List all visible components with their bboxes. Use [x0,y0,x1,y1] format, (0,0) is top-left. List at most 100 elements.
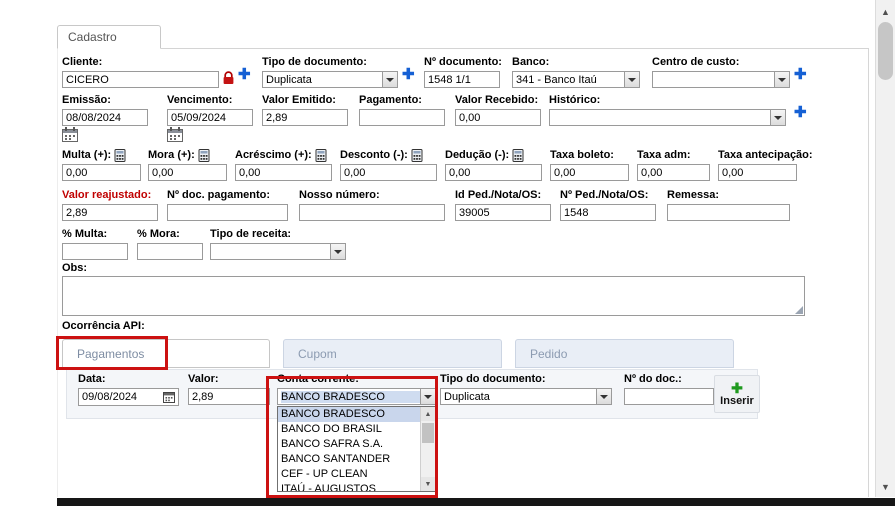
pay-data-input[interactable]: 09/08/2024 [78,388,179,406]
n-doc-pagamento-input[interactable] [167,204,288,221]
pagamento-input[interactable] [359,109,445,126]
taxa-antecipacao-label: Taxa antecipação: [718,149,813,161]
chevron-down-icon [596,389,611,404]
centro-custo-select[interactable] [652,71,790,88]
inserir-button[interactable]: ✚ Inserir [714,375,760,413]
pct-multa-label: % Multa: [62,228,108,240]
pay-tipo-documento-select[interactable]: Duplicata [440,388,612,405]
field-valor-reajustado: Valor reajustado: [62,189,158,221]
id-ped-input[interactable] [455,204,551,221]
dropdown-option[interactable]: CEF - UP CLEAN [278,467,420,482]
valor-recebido-input[interactable] [455,109,541,126]
pay-n-doc-label: Nº do doc.: [624,373,682,385]
field-mora: Mora (+): [148,149,227,181]
pay-data-value: 09/08/2024 [82,391,138,403]
tipo-receita-select[interactable] [210,243,346,260]
multa-input[interactable] [62,164,141,181]
taxa-boleto-input[interactable] [550,164,629,181]
calculator-icon[interactable] [315,149,327,162]
emissao-input[interactable] [62,109,148,126]
remessa-input[interactable] [667,204,790,221]
scrollbar-thumb[interactable] [422,423,434,443]
id-ped-label: Id Ped./Nota/OS: [455,189,542,201]
acrescimo-input[interactable] [235,164,332,181]
tipo-documento-value: Duplicata [266,73,312,86]
field-taxa-boleto: Taxa boleto: [550,149,629,181]
calculator-icon[interactable] [512,149,524,162]
chevron-down-icon [420,389,435,404]
pct-multa-input[interactable] [62,243,128,260]
field-deducao: Dedução (-): [445,149,542,181]
field-banco: Banco: 341 - Banco Itaú [512,56,640,88]
scroll-up-icon[interactable]: ▲ [421,407,435,421]
calculator-icon[interactable] [411,149,423,162]
add-icon[interactable]: ✚ [238,67,251,83]
field-obs: Obs: [62,262,87,277]
field-valor-emitido: Valor Emitido: [262,94,348,126]
field-cliente: Cliente: [62,56,219,88]
tab-pagamentos[interactable]: Pagamentos [62,339,270,368]
n-ped-input[interactable] [560,204,656,221]
calculator-icon[interactable] [114,149,126,162]
field-pct-mora: % Mora: [137,228,203,260]
dropdown-option[interactable]: BANCO SAFRA S.A. [278,437,420,452]
conta-corrente-select[interactable]: BANCO BRADESCO [277,388,436,405]
valor-reajustado-input[interactable] [62,204,158,221]
obs-textarea[interactable] [62,276,805,316]
vencimento-input[interactable] [167,109,253,126]
calendar-icon[interactable] [163,391,175,403]
remessa-label: Remessa: [667,189,719,201]
dropdown-option[interactable]: BANCO DO BRASIL [278,422,420,437]
pct-mora-input[interactable] [137,243,203,260]
n-documento-input[interactable] [424,71,500,88]
calculator-icon[interactable] [198,149,210,162]
scroll-down-icon[interactable]: ▼ [421,477,435,491]
bottom-bar [57,498,895,506]
resize-grip-icon[interactable] [795,306,803,314]
tab-cupom[interactable]: Cupom [283,339,502,368]
pay-data-label: Data: [78,373,106,385]
mora-label: Mora (+): [148,149,195,161]
taxa-adm-input[interactable] [637,164,710,181]
tab-pedido[interactable]: Pedido [515,339,734,368]
pay-valor-label: Valor: [188,373,219,385]
calendar-icon[interactable] [167,127,183,142]
field-pay-tipo-documento: Tipo do documento: Duplicata [440,373,612,405]
tipo-documento-select[interactable]: Duplicata [262,71,398,88]
historico-select[interactable] [549,109,786,126]
inserir-button-label: Inserir [720,394,754,407]
add-icon: ✚ [731,379,743,396]
dropdown-option[interactable]: BANCO BRADESCO [278,407,420,422]
pay-n-doc-input[interactable] [624,388,714,405]
dropdown-scrollbar[interactable]: ▲ ▼ [420,407,435,491]
acrescimo-label: Acréscimo (+): [235,149,312,161]
add-icon[interactable]: ✚ [402,67,415,83]
valor-emitido-input[interactable] [262,109,348,126]
pay-tipo-documento-label: Tipo do documento: [440,373,546,385]
centro-custo-label: Centro de custo: [652,56,740,68]
add-icon[interactable]: ✚ [794,105,807,121]
deducao-input[interactable] [445,164,542,181]
taxa-adm-label: Taxa adm: [637,149,691,161]
taxa-antecipacao-input[interactable] [718,164,797,181]
desconto-input[interactable] [340,164,437,181]
nosso-numero-input[interactable] [299,204,445,221]
field-pay-data: Data: 09/08/2024 [78,373,179,406]
lock-icon[interactable] [222,71,235,85]
cliente-input[interactable] [62,71,219,88]
scroll-up-icon[interactable]: ▲ [876,3,895,20]
dropdown-option[interactable]: ITAÚ - AUGUSTOS [278,482,420,491]
tab-cadastro[interactable]: Cadastro [57,25,161,49]
field-n-doc-pagamento: Nº doc. pagamento: [167,189,288,221]
banco-value: 341 - Banco Itaú [516,73,597,86]
scroll-down-icon[interactable]: ▼ [876,478,895,495]
conta-corrente-value: BANCO BRADESCO [281,390,420,403]
add-icon[interactable]: ✚ [794,67,807,83]
mora-input[interactable] [148,164,227,181]
calendar-icon[interactable] [62,127,78,142]
pay-valor-input[interactable] [188,388,270,405]
vertical-scrollbar[interactable]: ▲ ▼ [875,0,895,497]
dropdown-option[interactable]: BANCO SANTANDER [278,452,420,467]
scrollbar-thumb[interactable] [878,22,893,80]
banco-select[interactable]: 341 - Banco Itaú [512,71,640,88]
